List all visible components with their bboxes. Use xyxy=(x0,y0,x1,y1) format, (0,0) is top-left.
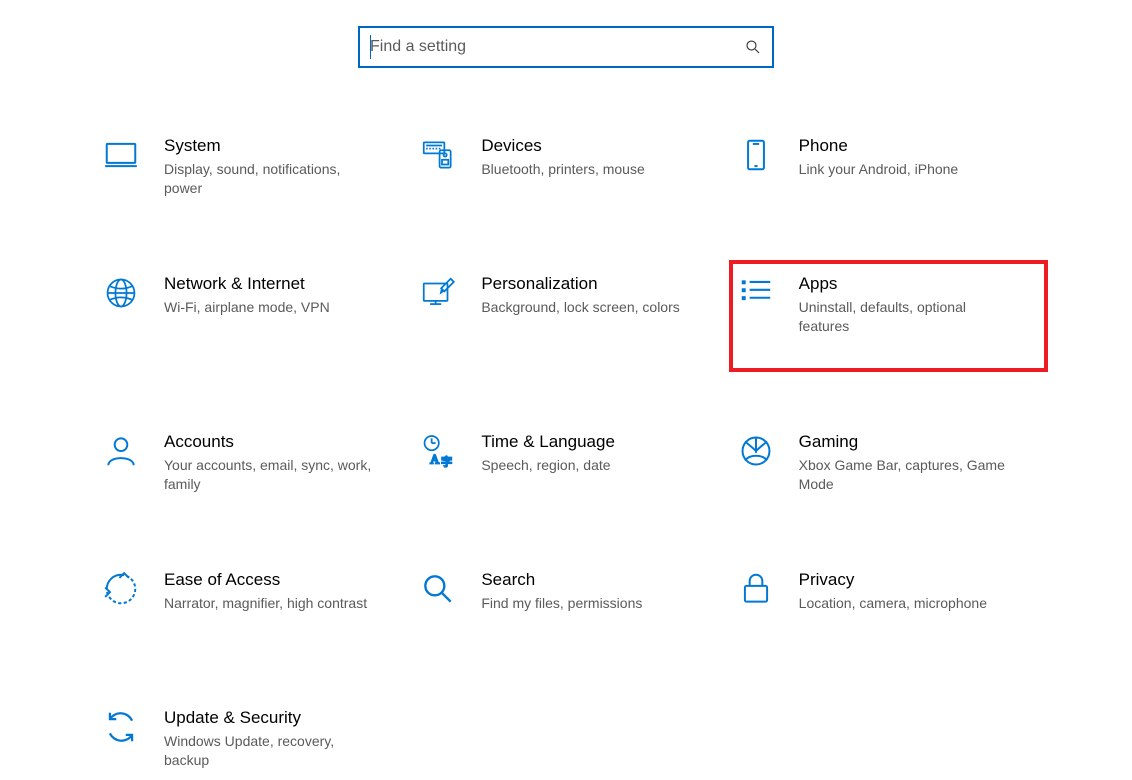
tile-time-language[interactable]: A 字 Time & Language Speech, region, date xyxy=(417,424,724,504)
tile-personalization[interactable]: Personalization Background, lock screen,… xyxy=(417,266,724,346)
tile-system[interactable]: System Display, sound, notifications, po… xyxy=(100,128,407,208)
tile-title: Gaming xyxy=(799,432,1034,452)
tile-desc: Display, sound, notifications, power xyxy=(164,160,374,198)
search-input[interactable] xyxy=(370,38,744,56)
tile-desc: Location, camera, microphone xyxy=(799,594,1009,613)
network-icon xyxy=(100,272,142,314)
tile-title: Devices xyxy=(481,136,716,156)
tile-desc: Background, lock screen, colors xyxy=(481,298,691,317)
settings-grid: System Display, sound, notifications, po… xyxy=(0,128,1132,780)
tile-desc: Xbox Game Bar, captures, Game Mode xyxy=(799,456,1009,494)
tile-phone[interactable]: Phone Link your Android, iPhone xyxy=(735,128,1042,208)
svg-text:字: 字 xyxy=(441,454,452,468)
apps-icon xyxy=(735,272,777,314)
tile-desc: Narrator, magnifier, high contrast xyxy=(164,594,374,613)
personalization-icon xyxy=(417,272,459,314)
system-icon xyxy=(100,134,142,176)
tile-title: Network & Internet xyxy=(164,274,399,294)
tile-privacy[interactable]: Privacy Location, camera, microphone xyxy=(735,562,1042,642)
tile-desc: Wi-Fi, airplane mode, VPN xyxy=(164,298,374,317)
search-box[interactable] xyxy=(358,26,774,68)
tile-accounts[interactable]: Accounts Your accounts, email, sync, wor… xyxy=(100,424,407,504)
time-language-icon: A 字 xyxy=(417,430,459,472)
tile-title: Privacy xyxy=(799,570,1034,590)
tile-ease-of-access[interactable]: Ease of Access Narrator, magnifier, high… xyxy=(100,562,407,642)
tile-title: Apps xyxy=(799,274,1030,294)
tile-desc: Your accounts, email, sync, work, family xyxy=(164,456,374,494)
search-tile-icon xyxy=(417,568,459,610)
privacy-icon xyxy=(735,568,777,610)
tile-desc: Find my files, permissions xyxy=(481,594,691,613)
tile-desc: Link your Android, iPhone xyxy=(799,160,1009,179)
tile-title: Personalization xyxy=(481,274,716,294)
tile-network[interactable]: Network & Internet Wi-Fi, airplane mode,… xyxy=(100,266,407,346)
tile-title: Time & Language xyxy=(481,432,716,452)
tile-title: Phone xyxy=(799,136,1034,156)
tile-title: Ease of Access xyxy=(164,570,399,590)
tile-gaming[interactable]: Gaming Xbox Game Bar, captures, Game Mod… xyxy=(735,424,1042,504)
tile-title: Update & Security xyxy=(164,708,399,728)
svg-text:A: A xyxy=(430,453,440,467)
accounts-icon xyxy=(100,430,142,472)
gaming-icon xyxy=(735,430,777,472)
tile-search[interactable]: Search Find my files, permissions xyxy=(417,562,724,642)
ease-of-access-icon xyxy=(100,568,142,610)
tile-title: Search xyxy=(481,570,716,590)
search-icon xyxy=(744,38,762,56)
update-security-icon xyxy=(100,706,142,748)
tile-update-security[interactable]: Update & Security Windows Update, recove… xyxy=(100,700,407,780)
tile-apps[interactable]: Apps Uninstall, defaults, optional featu… xyxy=(735,266,1042,366)
tile-desc: Bluetooth, printers, mouse xyxy=(481,160,691,179)
tile-desc: Speech, region, date xyxy=(481,456,691,475)
devices-icon xyxy=(417,134,459,176)
tile-devices[interactable]: Devices Bluetooth, printers, mouse xyxy=(417,128,724,208)
tile-title: Accounts xyxy=(164,432,399,452)
tile-desc: Uninstall, defaults, optional features xyxy=(799,298,1009,336)
tile-desc: Windows Update, recovery, backup xyxy=(164,732,374,770)
tile-title: System xyxy=(164,136,399,156)
phone-icon xyxy=(735,134,777,176)
